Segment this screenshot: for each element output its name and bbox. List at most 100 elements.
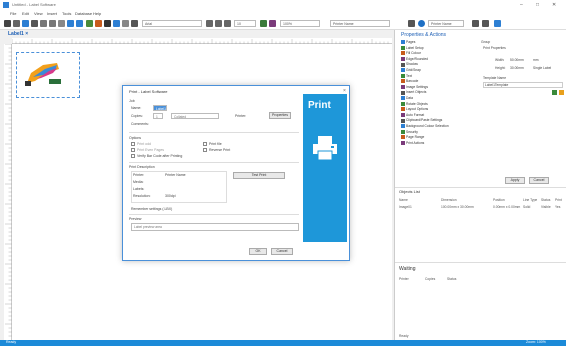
cut-icon[interactable]: [40, 20, 47, 27]
size-combo[interactable]: 10: [234, 20, 256, 27]
properties-button[interactable]: Properties: [269, 112, 291, 119]
prev-icon[interactable]: [408, 20, 415, 27]
tree-item[interactable]: Rotate Objects: [401, 102, 428, 106]
width-value[interactable]: 50.00mm: [510, 58, 524, 62]
properties-cancel-button[interactable]: Cancel: [529, 177, 549, 184]
print-even-checkbox[interactable]: [131, 148, 135, 152]
menu-database[interactable]: Database: [75, 11, 92, 16]
brush-image[interactable]: [23, 59, 63, 87]
tree-item[interactable]: Edge/Rounded: [401, 57, 428, 61]
verify-barcode-checkbox[interactable]: [131, 154, 135, 158]
verify-barcode-label: Verify Bar Code after Printing: [137, 154, 183, 158]
properties-panel: Properties & Actions Pages Label Setup Fil…: [394, 30, 566, 340]
ok-button[interactable]: OK: [249, 248, 267, 255]
layout-icon[interactable]: [472, 20, 479, 27]
tree-item[interactable]: Page Range: [401, 135, 424, 140]
tree-item[interactable]: Label Setup: [401, 46, 424, 50]
image-icon[interactable]: [113, 20, 120, 27]
print-icon[interactable]: [31, 20, 38, 27]
template-field[interactable]: Label1Template: [483, 82, 563, 88]
maximize-button[interactable]: □: [536, 2, 539, 8]
width-label: Width:: [495, 58, 505, 62]
close-window-button[interactable]: ✕: [552, 2, 556, 8]
reverse-print-checkbox[interactable]: [203, 148, 207, 152]
apply-button[interactable]: Apply: [505, 177, 525, 184]
tab-close-icon[interactable]: ×: [25, 31, 28, 37]
collate-field[interactable]: Collated: [171, 113, 219, 119]
tree-item[interactable]: Barcode: [401, 79, 418, 84]
save-icon[interactable]: [22, 20, 29, 27]
color-icon[interactable]: [269, 20, 276, 27]
menu-insert[interactable]: Insert: [47, 11, 57, 16]
tree-item[interactable]: Text: [401, 74, 412, 78]
name-field[interactable]: Label1: [153, 105, 167, 111]
italic-icon[interactable]: [215, 20, 222, 27]
tree-item[interactable]: Clipboard/Paste Settings: [401, 118, 442, 123]
paste-icon[interactable]: [58, 20, 65, 27]
printer-icon: [313, 136, 337, 161]
label-design-area[interactable]: [16, 52, 80, 98]
menu-view[interactable]: View: [34, 11, 43, 16]
tree-item-label: Fill Colour: [406, 51, 421, 56]
bold-icon[interactable]: [206, 20, 213, 27]
preview-field[interactable]: Label preview area: [131, 223, 299, 231]
menu-tools[interactable]: Tools: [62, 11, 71, 16]
menu-file[interactable]: File: [10, 11, 16, 16]
minimize-button[interactable]: –: [520, 2, 523, 8]
tab-label1[interactable]: Label1 ×: [8, 31, 28, 37]
test-print-button[interactable]: Test Print: [233, 172, 285, 179]
text-icon[interactable]: [95, 20, 102, 27]
copy-icon[interactable]: [49, 20, 56, 27]
new-icon[interactable]: [4, 20, 11, 27]
desc-printer-key: Printer:: [133, 173, 145, 177]
font-combo[interactable]: Arial: [142, 20, 202, 27]
zoom-combo[interactable]: 100%: [280, 20, 320, 27]
copies-field[interactable]: 1: [153, 113, 163, 119]
plus-icon[interactable]: [559, 90, 564, 95]
tree-item[interactable]: Print Actions: [401, 141, 424, 145]
title-bar: Untitled - Label Software – □ ✕: [0, 0, 566, 10]
tree-item[interactable]: Layout Options: [401, 107, 428, 112]
table-row[interactable]: Image01: [399, 205, 412, 209]
separator: [129, 162, 299, 163]
open-icon[interactable]: [13, 20, 20, 27]
height-value[interactable]: 30.00mm: [510, 66, 524, 70]
hp-icon[interactable]: [418, 20, 425, 27]
tree-item[interactable]: Image Settings: [401, 85, 428, 89]
shape-icon[interactable]: [122, 20, 129, 27]
tree-item[interactable]: Data: [401, 96, 413, 101]
desc-media-key: Media:: [133, 180, 144, 184]
print-file-label: Print file: [209, 142, 222, 146]
help-icon[interactable]: [494, 20, 501, 27]
print-file-checkbox[interactable]: [203, 142, 207, 146]
tree-item[interactable]: Grid/Snap: [401, 68, 421, 73]
print-description-label: Print Description: [129, 165, 155, 169]
tree-item[interactable]: Insert Objects: [401, 90, 426, 95]
printer-combo[interactable]: Printer Name: [330, 20, 390, 27]
grid-icon[interactable]: [482, 20, 489, 27]
dialog-title: Print - Label Software: [129, 89, 168, 94]
tree-item[interactable]: Security: [401, 130, 418, 134]
tree-item[interactable]: Auto Format: [401, 113, 424, 117]
pointer-icon[interactable]: [86, 20, 93, 27]
redo-icon[interactable]: [76, 20, 83, 27]
tree-item[interactable]: Shadow: [401, 62, 418, 67]
cancel-button[interactable]: Cancel: [271, 248, 293, 255]
undo-icon[interactable]: [67, 20, 74, 27]
properties-title: Properties & Actions: [401, 32, 447, 38]
printer-select-combo[interactable]: Printer Name: [428, 20, 464, 27]
barcode-icon[interactable]: [104, 20, 111, 27]
print-even-label: Print Even Pages: [137, 148, 165, 152]
tree-item[interactable]: Fill Colour: [401, 51, 421, 56]
tree-item-label: Background Colour Selection: [406, 124, 449, 128]
print-odd-checkbox[interactable]: [131, 142, 135, 146]
menu-edit[interactable]: Edit: [22, 11, 29, 16]
add-icon[interactable]: [552, 90, 557, 95]
underline-icon[interactable]: [224, 20, 231, 27]
tree-item[interactable]: Background Colour Selection: [401, 124, 449, 129]
tree-item[interactable]: Pages: [401, 40, 415, 45]
zoom-icon[interactable]: [131, 20, 138, 27]
align-icon[interactable]: [260, 20, 267, 27]
menu-help[interactable]: Help: [93, 11, 101, 16]
separator: [129, 132, 299, 133]
